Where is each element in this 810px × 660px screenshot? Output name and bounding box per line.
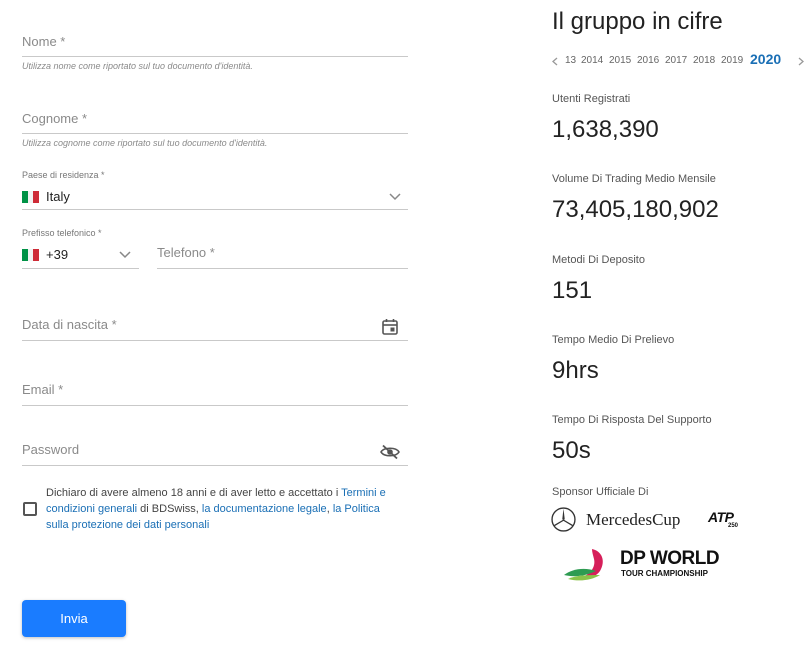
stat-label: Tempo Medio Di Prelievo [552, 334, 675, 346]
italy-flag-icon [22, 191, 40, 203]
stat-label: Utenti Registrati [552, 93, 631, 105]
submit-button[interactable]: Invia [22, 600, 126, 637]
nome-help: Utilizza nome come riportato sul tuo doc… [22, 61, 253, 71]
calendar-icon[interactable] [382, 318, 398, 335]
stat-label: Tempo Di Risposta Del Supporto [552, 414, 712, 426]
country-underline [22, 209, 408, 210]
cognome-field[interactable]: Cognome * Utilizza cognome come riportat… [22, 107, 408, 152]
password-underline [22, 465, 408, 466]
email-field[interactable]: Email * [22, 378, 408, 408]
birthdate-field[interactable]: Data di nascita * [22, 312, 408, 342]
stat-value: 151 [552, 277, 593, 304]
telefono-underline [157, 268, 408, 269]
chevron-down-icon [119, 251, 131, 259]
cognome-help: Utilizza cognome come riportato sul tuo … [22, 138, 268, 148]
year-item[interactable]: 2019 [721, 55, 743, 66]
phone-prefix-underline [22, 268, 139, 269]
birthdate-label: Data di nascita * [22, 317, 117, 332]
password-label: Password [22, 442, 80, 457]
country-value: Italy [46, 189, 70, 204]
legal-docs-link[interactable]: la documentazione legale [202, 503, 327, 515]
phone-prefix-label: Prefisso telefonico * [22, 228, 102, 238]
year-item[interactable]: 2016 [637, 55, 659, 66]
dp-world-swirl-logo [564, 549, 603, 581]
atp-250-text: 250 [728, 523, 739, 529]
country-label: Paese di residenza * [22, 170, 105, 180]
country-select[interactable]: Paese di residenza * Italy [22, 168, 408, 210]
password-field[interactable]: Password [22, 438, 408, 468]
cognome-label: Cognome * [22, 111, 88, 126]
chevron-right-icon[interactable] [798, 57, 804, 66]
year-item[interactable]: 13 [565, 55, 576, 66]
nome-label: Nome * [22, 34, 66, 49]
dp-world-logo-text: DP WORLD [620, 548, 720, 569]
chevron-left-icon[interactable] [552, 57, 558, 66]
tour-championship-logo-text: TOUR CHAMPIONSHIP [621, 569, 708, 578]
stat-label: Volume Di Trading Medio Mensile [552, 173, 716, 185]
telefono-label: Telefono * [157, 245, 215, 260]
email-label: Email * [22, 382, 64, 397]
nome-underline [22, 56, 408, 57]
mercedescup-logo-text: MercedesCup [586, 510, 681, 529]
stat-value: 73,405,180,902 [552, 196, 719, 223]
italy-flag-icon [22, 249, 40, 261]
year-item[interactable]: 2014 [581, 55, 603, 66]
stat-label: Metodi Di Deposito [552, 254, 645, 266]
telefono-field[interactable]: Telefono * [157, 240, 408, 270]
cognome-underline [22, 133, 408, 134]
phone-prefix-select[interactable]: Prefisso telefonico * +39 [22, 226, 139, 270]
year-item[interactable]: 2015 [609, 55, 631, 66]
consent-text: Dichiaro di avere almeno 18 anni e di av… [46, 485, 391, 533]
stat-value: 1,638,390 [552, 116, 659, 143]
phone-prefix-value: +39 [46, 247, 69, 262]
eye-off-icon[interactable] [380, 444, 400, 460]
birthdate-underline [22, 340, 408, 341]
sponsor-label: Sponsor Ufficiale Di [552, 486, 649, 498]
year-item-active[interactable]: 2020 [750, 51, 781, 67]
nome-field[interactable]: Nome * Utilizza nome come riportato sul … [22, 30, 408, 75]
stat-value: 9hrs [552, 357, 599, 384]
consent-text-2: di BDSwiss, [137, 503, 202, 515]
consent-checkbox[interactable] [23, 502, 37, 516]
email-underline [22, 405, 408, 406]
year-selector: 13 2014 2015 2016 2017 2018 2019 2020 [552, 51, 807, 72]
mercedes-star-logo [551, 507, 576, 532]
panel-title: Il gruppo in cifre [552, 8, 723, 35]
chevron-down-icon [389, 193, 401, 201]
stat-value: 50s [552, 437, 591, 464]
year-item[interactable]: 2017 [665, 55, 687, 66]
consent-text-1: Dichiaro di avere almeno 18 anni e di av… [46, 487, 342, 499]
year-item[interactable]: 2018 [693, 55, 715, 66]
